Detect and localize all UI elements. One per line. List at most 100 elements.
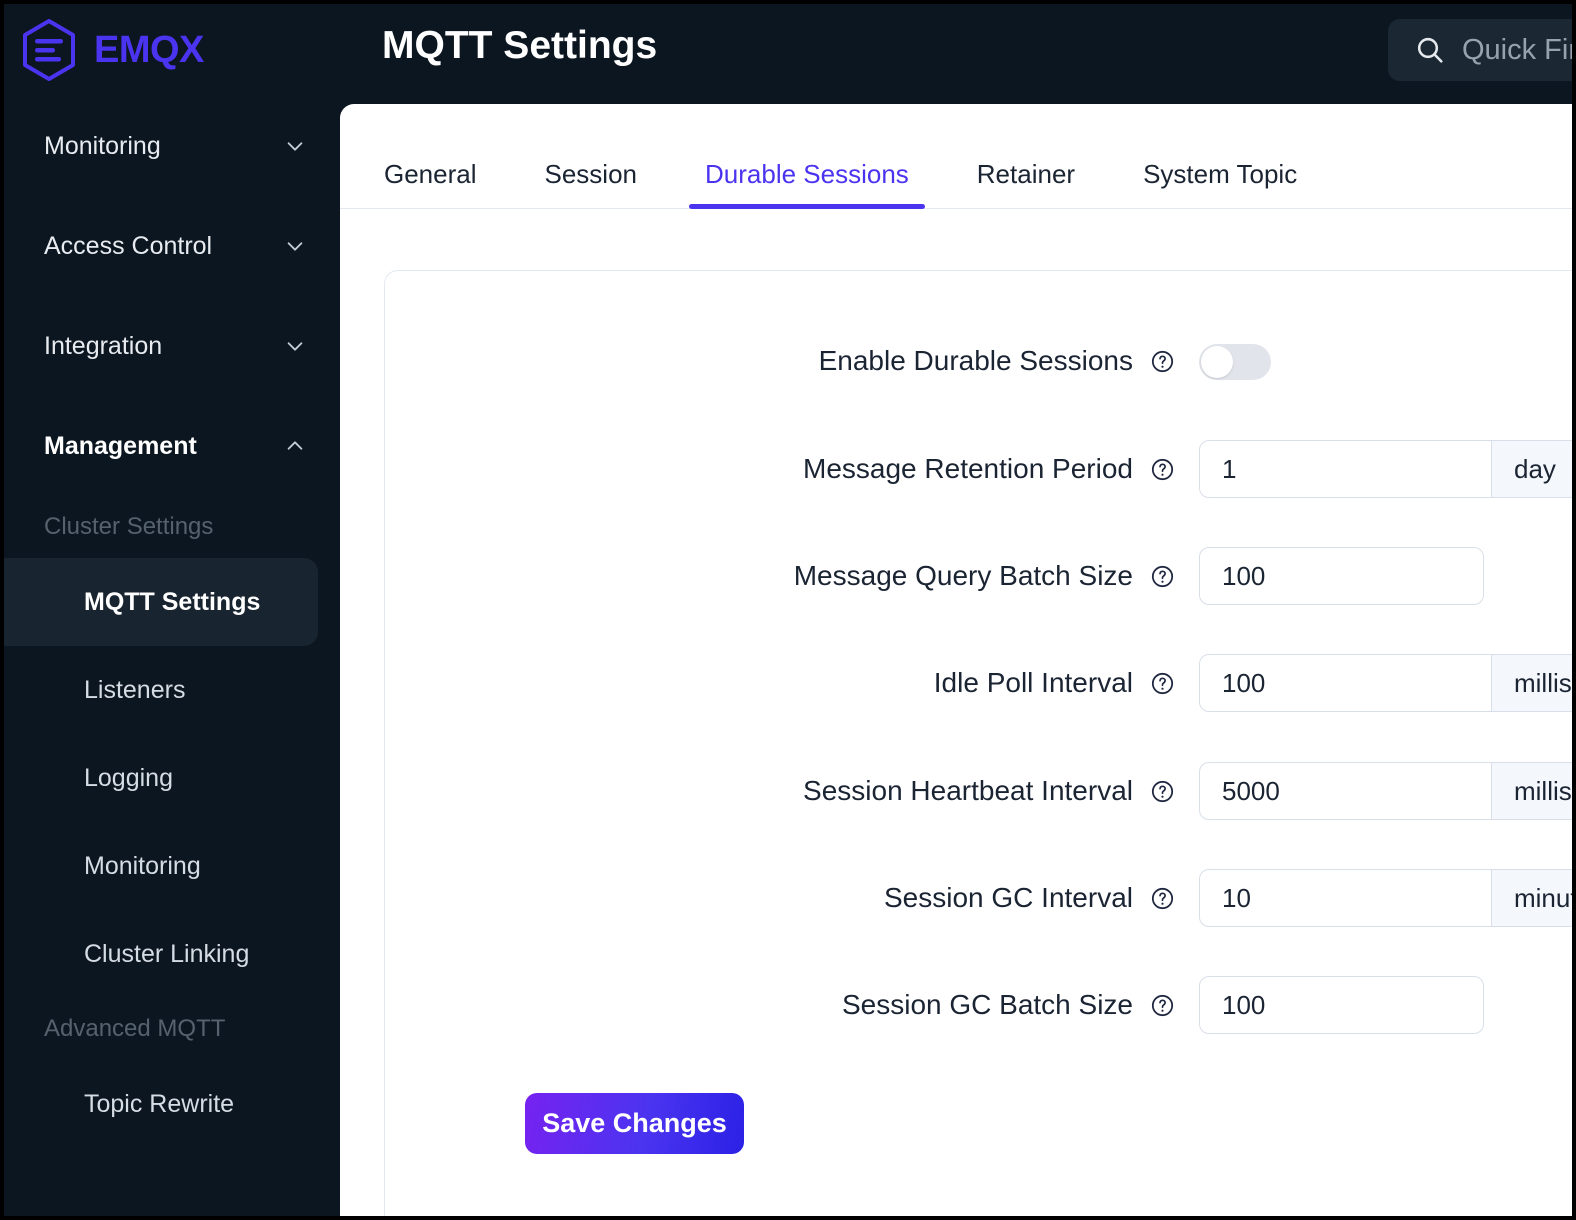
sidebar-section-advanced-mqtt: Advanced MQTT	[44, 1015, 226, 1042]
unit-value: milliseconds	[1514, 775, 1572, 806]
field-label-wrap: Session GC Interval	[385, 882, 1175, 914]
message-retention-period-control: 1 day	[1199, 440, 1572, 498]
message-retention-period-unit-select[interactable]: day	[1492, 440, 1572, 498]
sidebar-item-topic-rewrite[interactable]: Topic Rewrite	[4, 1060, 318, 1148]
field-enable-durable-sessions: Enable Durable Sessions	[385, 330, 1485, 392]
idle-poll-interval-control: 100 milliseconds	[1199, 654, 1572, 712]
tab-session[interactable]: Session	[545, 159, 638, 208]
sidebar-item-label: Cluster Linking	[84, 939, 250, 968]
session-gc-batch-size-control: 100	[1199, 976, 1484, 1034]
emqx-dashboard: EMQX Monitoring Access Control Integrati…	[0, 0, 1576, 1220]
field-label: Session Heartbeat Interval	[803, 775, 1133, 806]
field-message-query-batch-size: Message Query Batch Size 100	[385, 545, 1485, 607]
sidebar-item-label: Topic Rewrite	[84, 1089, 235, 1118]
tab-label: Session	[544, 159, 638, 189]
tab-retainer[interactable]: Retainer	[977, 159, 1075, 208]
field-session-heartbeat-interval: Session Heartbeat Interval 5000 millisec…	[385, 760, 1572, 822]
field-label-wrap: Session Heartbeat Interval	[385, 775, 1175, 807]
sidebar-item-label: Logging	[84, 763, 173, 792]
chevron-up-icon	[287, 441, 303, 450]
question-mark-circle-icon[interactable]	[1150, 457, 1175, 482]
message-query-batch-size-control: 100	[1199, 547, 1484, 605]
sidebar-section-cluster-settings: Cluster Settings	[44, 513, 214, 540]
question-mark-circle-icon[interactable]	[1150, 349, 1175, 374]
save-changes-button[interactable]: Save Changes	[525, 1093, 744, 1154]
sidebar-item-mqtt-settings[interactable]: MQTT Settings	[4, 558, 318, 646]
question-mark-circle-icon[interactable]	[1150, 564, 1175, 589]
session-gc-batch-size-input[interactable]: 100	[1199, 976, 1484, 1034]
question-mark-circle-icon[interactable]	[1150, 671, 1175, 696]
question-mark-circle-icon[interactable]	[1150, 779, 1175, 804]
sidebar-group-label: Monitoring	[44, 131, 161, 160]
content-panel: General Session Durable Sessions Retaine…	[340, 104, 1572, 1216]
field-label: Idle Poll Interval	[933, 667, 1133, 698]
field-label-wrap: Message Query Batch Size	[385, 560, 1175, 592]
message-query-batch-size-input[interactable]: 100	[1199, 547, 1484, 605]
sidebar-item-monitoring[interactable]: Monitoring	[4, 822, 318, 910]
sidebar-item-listeners[interactable]: Listeners	[4, 646, 318, 734]
session-heartbeat-interval-unit-select[interactable]: milliseconds	[1492, 762, 1572, 820]
sidebar-item-label: Listeners	[84, 675, 186, 704]
field-label-wrap: Message Retention Period	[385, 453, 1175, 485]
sidebar-group-access-control[interactable]: Access Control	[4, 196, 340, 296]
unit-value: minute	[1514, 882, 1572, 913]
field-idle-poll-interval: Idle Poll Interval 100 milliseconds	[385, 652, 1572, 714]
quick-find-placeholder: Quick Find	[1462, 33, 1572, 66]
sidebar-group-management[interactable]: Management	[4, 396, 340, 496]
tab-label: System Topic	[1143, 159, 1298, 189]
field-session-gc-batch-size: Session GC Batch Size 100	[385, 974, 1485, 1036]
brand-name: EMQX	[94, 28, 204, 71]
page-title: MQTT Settings	[382, 24, 658, 67]
session-gc-interval-input[interactable]: 10	[1199, 869, 1492, 927]
sidebar-item-logging[interactable]: Logging	[4, 734, 318, 822]
brand[interactable]: EMQX	[4, 4, 340, 96]
idle-poll-interval-input[interactable]: 100	[1199, 654, 1492, 712]
tab-bar: General Session Durable Sessions Retaine…	[340, 104, 1572, 209]
chevron-down-icon	[287, 242, 303, 251]
chevron-down-icon	[287, 142, 303, 151]
unit-value: milliseconds	[1514, 667, 1572, 698]
tab-system-topic[interactable]: System Topic	[1143, 159, 1297, 208]
field-label-wrap: Enable Durable Sessions	[385, 345, 1175, 377]
sidebar-group-monitoring[interactable]: Monitoring	[4, 96, 340, 196]
quick-find-search[interactable]: Quick Find	[1388, 19, 1572, 81]
tab-durable-sessions[interactable]: Durable Sessions	[689, 159, 925, 209]
tab-general[interactable]: General	[384, 159, 477, 208]
question-mark-circle-icon[interactable]	[1150, 886, 1175, 911]
sidebar-group-label: Access Control	[44, 231, 213, 260]
field-label: Session GC Batch Size	[841, 989, 1133, 1020]
session-heartbeat-interval-control: 5000 milliseconds	[1199, 762, 1572, 820]
field-label: Session GC Interval	[884, 882, 1133, 913]
sidebar-group-integration[interactable]: Integration	[4, 296, 340, 396]
tab-label: General	[384, 159, 477, 189]
sidebar-item-label: Monitoring	[84, 851, 201, 880]
top-bar: MQTT Settings Quick Find	[340, 4, 1572, 96]
search-icon	[1417, 37, 1443, 63]
sidebar: EMQX Monitoring Access Control Integrati…	[4, 4, 340, 1216]
durable-sessions-form-card: Enable Durable Sessions Message Retentio…	[384, 270, 1572, 1216]
field-message-retention-period: Message Retention Period 1 day	[385, 438, 1572, 500]
question-mark-circle-icon[interactable]	[1150, 993, 1175, 1018]
session-gc-interval-control: 10 minute	[1199, 869, 1572, 927]
field-label-wrap: Idle Poll Interval	[385, 667, 1175, 699]
field-label-wrap: Session GC Batch Size	[385, 989, 1175, 1021]
idle-poll-interval-unit-select[interactable]: milliseconds	[1492, 654, 1572, 712]
sidebar-group-label: Management	[44, 431, 197, 460]
emqx-hexagon-logo-icon	[23, 19, 75, 81]
message-retention-period-input[interactable]: 1	[1199, 440, 1492, 498]
field-label: Message Query Batch Size	[793, 560, 1133, 591]
tab-label: Retainer	[976, 159, 1076, 189]
field-session-gc-interval: Session GC Interval 10 minute	[385, 867, 1572, 929]
tab-label: Durable Sessions	[705, 159, 909, 189]
sidebar-item-cluster-linking[interactable]: Cluster Linking	[4, 910, 318, 998]
unit-value: day	[1514, 453, 1556, 484]
toggle-knob	[1201, 346, 1233, 378]
sidebar-item-label: MQTT Settings	[84, 587, 261, 616]
enable-durable-sessions-toggle[interactable]	[1199, 344, 1271, 380]
field-label: Enable Durable Sessions	[818, 345, 1133, 376]
sidebar-group-label: Integration	[44, 331, 163, 360]
session-gc-interval-unit-select[interactable]: minute	[1492, 869, 1572, 927]
field-label: Message Retention Period	[803, 453, 1133, 484]
chevron-down-icon	[287, 342, 303, 351]
session-heartbeat-interval-input[interactable]: 5000	[1199, 762, 1492, 820]
